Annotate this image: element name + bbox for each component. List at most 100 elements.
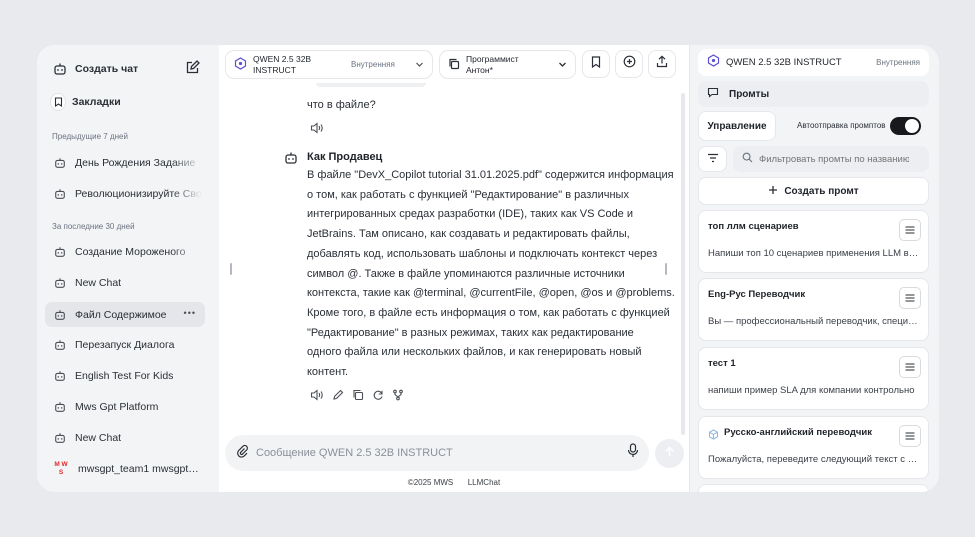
message-line: JetBrains. Там описано, как создавать и … xyxy=(307,228,630,241)
menu-icon xyxy=(905,289,915,307)
team-logo: M W S xyxy=(54,461,68,476)
footer-product-link[interactable]: LLMChat xyxy=(468,478,500,487)
robot-icon xyxy=(52,399,68,415)
message-line: одного файла или нескольких файлов, и ка… xyxy=(307,346,642,359)
footer: ©2025 MWS LLMChat xyxy=(219,478,689,487)
cube-icon xyxy=(708,427,719,445)
create-chat-button[interactable]: Создать чат xyxy=(52,60,202,78)
message-input[interactable] xyxy=(256,447,619,459)
share-button[interactable] xyxy=(648,50,676,78)
edit-icon[interactable] xyxy=(185,60,200,80)
message-line: о том, как работать с функцией "Редактир… xyxy=(307,188,629,201)
panel-model-name: QWEN 2.5 32B INSTRUCT xyxy=(726,57,842,68)
chat-history-item[interactable]: New Chat xyxy=(52,430,202,446)
speaker-icon[interactable] xyxy=(310,121,324,139)
user-message-text: что в файле? xyxy=(307,99,376,111)
branch-icon[interactable] xyxy=(392,388,404,406)
paperclip-icon[interactable] xyxy=(236,444,248,463)
chat-main: QWEN 2.5 32B INSTRUCT Внутренняя Програм… xyxy=(219,45,689,492)
more-options-icon[interactable]: ••• xyxy=(184,308,196,318)
menu-icon xyxy=(905,358,915,376)
robot-icon xyxy=(52,244,68,260)
bookmarks-button[interactable]: Закладки xyxy=(50,92,200,112)
message-line: В файле "DevX_Copilot tutorial 31.01.202… xyxy=(307,169,674,181)
message-line: добавлять код, использовать шаблоны и по… xyxy=(307,247,658,260)
prompt-card-menu-button[interactable] xyxy=(899,356,921,378)
model-selector[interactable]: QWEN 2.5 32B INSTRUCT Внутренняя xyxy=(225,50,433,79)
robot-icon xyxy=(52,61,68,77)
prompt-filter-input[interactable] xyxy=(759,153,909,165)
right-resize-handle[interactable] xyxy=(665,263,667,275)
prompt-card[interactable]: топ ллм сценариев Напиши топ 10 сценарие… xyxy=(698,210,929,273)
chat-history-item[interactable]: New Chat xyxy=(52,275,202,291)
chat-history-item[interactable]: Революционизируйте Свою xyxy=(52,186,202,202)
prompts-section-header[interactable]: Промты xyxy=(698,81,929,107)
message-line: интегрированных средах разработки (IDE),… xyxy=(307,208,634,221)
prompt-card[interactable]: Eng-Рус Переводчик Вы — профессиональный… xyxy=(698,278,929,341)
chat-history-item[interactable]: Создание Мороженого xyxy=(52,244,202,260)
chat-history-item[interactable]: English Test For Kids xyxy=(52,368,202,384)
robot-icon xyxy=(52,430,68,446)
bookmark-icon xyxy=(50,93,66,111)
chat-history-label: New Chat xyxy=(75,432,122,444)
section-header-30days: За последние 30 дней xyxy=(52,222,135,231)
auto-send-toggle[interactable] xyxy=(890,117,921,135)
sidebar: Создать чат Закладки Предыдущие 7 дней Д… xyxy=(37,45,219,492)
prompt-card-title: Русско-английский переводчик xyxy=(724,427,873,438)
prompt-card[interactable]: тест 1 напиши пример SLA для компании ко… xyxy=(698,347,929,410)
plus-icon xyxy=(768,185,778,198)
message-actions xyxy=(310,388,404,406)
send-button[interactable] xyxy=(655,439,684,468)
assistant-name: Программист Антон* xyxy=(466,54,519,75)
prompt-card-partial[interactable] xyxy=(698,484,929,492)
pencil-icon[interactable] xyxy=(332,388,344,406)
message-composer xyxy=(225,435,649,471)
team-switcher[interactable]: M W S mwsgpt_team1 mwsgpt_team1 xyxy=(50,458,206,480)
filter-button[interactable] xyxy=(698,146,727,172)
chat-history-label: Революционизируйте Свою xyxy=(75,188,202,200)
microphone-icon[interactable] xyxy=(627,443,639,463)
prompt-card-menu-button[interactable] xyxy=(899,425,921,447)
chat-history-item[interactable]: Mws Gpt Platform xyxy=(52,399,202,415)
robot-icon xyxy=(52,368,68,384)
bookmark-icon xyxy=(591,55,601,73)
create-chat-label: Создать чат xyxy=(75,63,139,75)
copy-icon[interactable] xyxy=(352,388,364,406)
prompt-card-menu-button[interactable] xyxy=(899,287,921,309)
robot-icon xyxy=(52,307,68,323)
assistant-message-text: В файле "DevX_Copilot tutorial 31.01.202… xyxy=(307,166,687,383)
prompt-card[interactable]: Русско-английский переводчик Пожалуйста,… xyxy=(698,416,929,479)
upload-icon xyxy=(656,55,668,73)
scrollbar[interactable] xyxy=(681,93,685,435)
chevron-down-icon xyxy=(415,60,424,71)
create-prompt-button[interactable]: Создать промт xyxy=(698,177,929,205)
robot-icon xyxy=(52,275,68,291)
assistant-selector[interactable]: Программист Антон* xyxy=(439,50,576,79)
bookmark-button[interactable] xyxy=(582,50,610,78)
panel-model-header[interactable]: QWEN 2.5 32B INSTRUCT Внутренняя xyxy=(698,49,929,76)
prompt-card-menu-button[interactable] xyxy=(899,219,921,241)
arrow-up-icon xyxy=(664,445,675,463)
menu-icon xyxy=(905,221,915,239)
bookmarks-label: Закладки xyxy=(72,96,121,108)
create-prompt-label: Создать промт xyxy=(784,185,859,197)
chat-history-item-active[interactable]: Файл Содержимое ••• xyxy=(45,302,205,327)
left-resize-handle[interactable] xyxy=(230,263,232,275)
speaker-icon[interactable] xyxy=(310,388,324,406)
model-icon xyxy=(707,53,720,72)
robot-icon xyxy=(52,186,68,202)
message-line: контент. xyxy=(307,366,349,379)
chat-history-item[interactable]: День Рождения Задание xyxy=(52,155,202,171)
prompt-filter-field xyxy=(733,146,929,172)
chat-history-label: English Test For Kids xyxy=(75,370,174,382)
chevron-down-icon xyxy=(558,60,567,71)
chat-history-item[interactable]: Перезапуск Диалога xyxy=(52,337,202,353)
prompts-panel: QWEN 2.5 32B INSTRUCT Внутренняя Промты … xyxy=(689,45,939,492)
refresh-icon[interactable] xyxy=(372,388,384,406)
prompt-card-desc: Пожалуйста, переведите следующий текст с… xyxy=(708,454,920,465)
copy-icon xyxy=(448,58,460,72)
new-chat-button[interactable] xyxy=(615,50,643,78)
model-name: QWEN 2.5 32B INSTRUCT xyxy=(253,54,312,75)
chat-history-label: Создание Мороженого xyxy=(75,246,186,258)
tab-manage[interactable]: Управление xyxy=(698,111,776,141)
